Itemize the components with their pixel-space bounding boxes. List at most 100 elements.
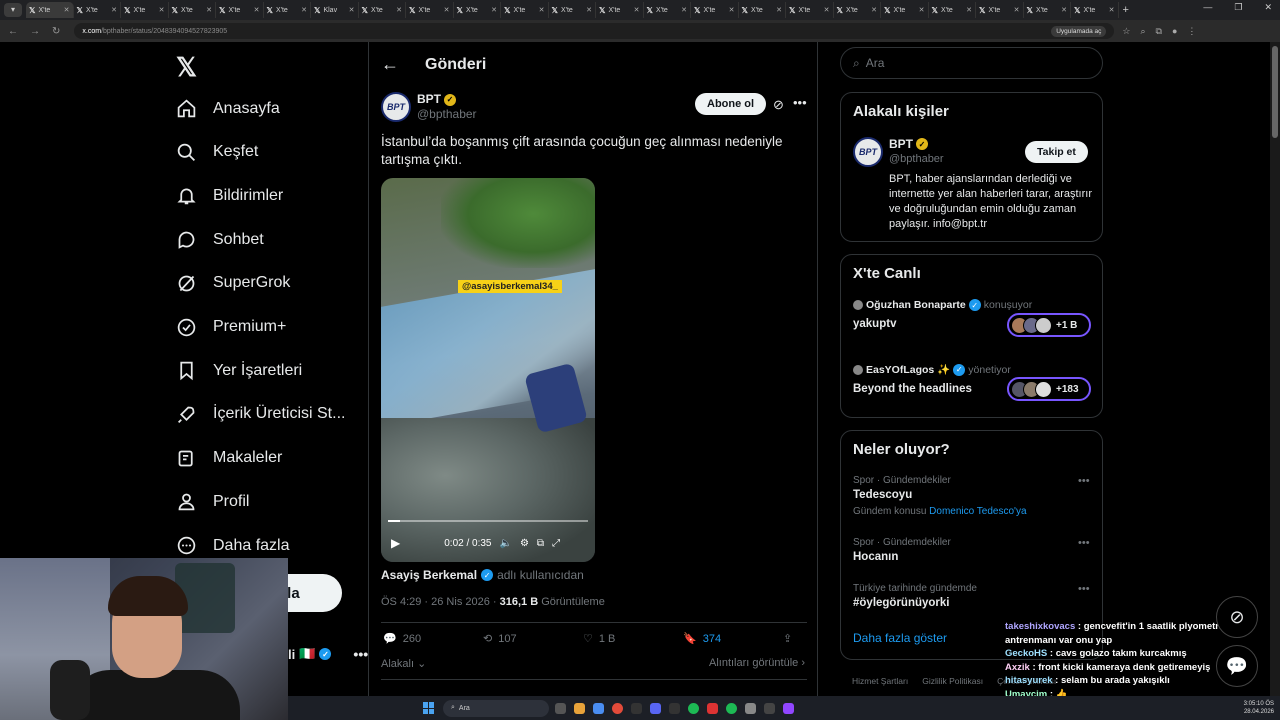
post-author[interactable]: BPT BPT ✓ @bpthaber: [381, 92, 477, 122]
related-name[interactable]: BPT: [889, 137, 913, 151]
grok-fab-icon[interactable]: ⊘: [1216, 596, 1258, 638]
sidebar-item[interactable]: Keşfet: [176, 142, 258, 163]
play-icon[interactable]: ▶: [391, 536, 400, 550]
tab-close-icon[interactable]: ✕: [1014, 6, 1020, 14]
tab-close-icon[interactable]: ✕: [966, 6, 972, 14]
page-scrollbar[interactable]: [1270, 42, 1280, 720]
bookmark-button[interactable]: 🔖 374: [683, 632, 783, 646]
reply-button[interactable]: 💬 260: [383, 632, 483, 646]
minimize-icon[interactable]: —: [1203, 2, 1212, 13]
browser-tab[interactable]: 𝕏 X'te ✕: [596, 2, 644, 18]
tab-close-icon[interactable]: ✕: [159, 6, 165, 14]
repost-button[interactable]: ⟲ 107: [483, 632, 583, 646]
browser-tab[interactable]: 𝕏 X'te ✕: [74, 2, 121, 18]
tab-close-icon[interactable]: ✕: [396, 6, 402, 14]
browser-tab[interactable]: 𝕏 X'te ✕: [834, 2, 881, 18]
live-item[interactable]: EasYOfLagos ✨ ✓ yönetiyor Beyond the headl…: [853, 363, 1093, 401]
video-progress-bar[interactable]: [388, 520, 588, 522]
browser-tab[interactable]: 𝕏 X'te ✕: [1071, 2, 1119, 18]
extensions-icon[interactable]: ⧉: [1156, 26, 1162, 37]
tab-search-button[interactable]: ▾: [4, 3, 22, 17]
sidebar-item[interactable]: Makaleler: [176, 448, 282, 469]
back-arrow-icon[interactable]: ←: [381, 54, 399, 75]
url-field[interactable]: x.com /bpthaber/status/20483940945278239…: [74, 23, 1115, 39]
browser-tab[interactable]: 𝕏 X'te ✕: [406, 2, 454, 18]
footer-link[interactable]: Gizlilik Politikası: [922, 676, 983, 686]
bookmark-star-icon[interactable]: ☆: [1122, 26, 1130, 37]
chrome-icon[interactable]: [612, 702, 623, 714]
tab-close-icon[interactable]: ✕: [491, 6, 497, 14]
tab-close-icon[interactable]: ✕: [64, 6, 70, 14]
view-quotes-link[interactable]: Alıntıları görüntüle ›: [709, 657, 805, 670]
new-tab-button[interactable]: +: [1123, 4, 1129, 16]
zoom-icon[interactable]: ⌕: [1140, 26, 1145, 37]
messages-fab-icon[interactable]: 💬: [1216, 645, 1258, 687]
x-logo-icon[interactable]: 𝕏: [176, 52, 197, 83]
scrollbar-thumb[interactable]: [1272, 46, 1278, 138]
tab-close-icon[interactable]: ✕: [301, 6, 307, 14]
tab-close-icon[interactable]: ✕: [111, 6, 117, 14]
browser-tab[interactable]: 𝕏 Klav ✕: [311, 2, 359, 18]
browser-menu-icon[interactable]: ⋮: [1187, 26, 1196, 37]
app-icon[interactable]: [707, 702, 718, 714]
trend-more-icon[interactable]: •••: [1078, 475, 1090, 487]
tab-close-icon[interactable]: ✕: [871, 6, 877, 14]
like-button[interactable]: ♡ 1 B: [583, 632, 683, 646]
share-button[interactable]: ⇪: [783, 632, 792, 645]
reload-icon[interactable]: ↻: [52, 26, 60, 37]
browser-tab[interactable]: 𝕏 X'te ✕: [501, 2, 549, 18]
video-player[interactable]: @asayisberkemal34_ ▶ 0:02 / 0:35 🔈 ⚙ ⧉ ⤢: [381, 178, 595, 562]
tab-close-icon[interactable]: ✕: [729, 6, 735, 14]
sort-dropdown[interactable]: Alakalı ⌄: [381, 657, 426, 670]
app-icon[interactable]: [669, 702, 680, 714]
post-timestamp[interactable]: ÖS 4:29 · 26 Nis 2026 ·: [381, 596, 500, 608]
browser-tab[interactable]: 𝕏 X'te ✕: [644, 2, 691, 18]
trend-more-icon[interactable]: •••: [1078, 583, 1090, 595]
sidebar-item[interactable]: Anasayfa: [176, 98, 280, 119]
taskbar-search[interactable]: ⌕ Ara: [443, 699, 549, 717]
tab-close-icon[interactable]: ✕: [349, 6, 355, 14]
profile-icon[interactable]: ●: [1172, 26, 1177, 37]
trend-item[interactable]: Spor · Gündemdekiler Tedescoyu Gündem ko…: [853, 475, 1093, 517]
sidebar-item[interactable]: Bildirimler: [176, 185, 283, 206]
sidebar-item[interactable]: Sohbet: [176, 229, 264, 250]
browser-tab[interactable]: 𝕏 X'te ✕: [786, 2, 834, 18]
show-more-link[interactable]: Daha fazla göster: [853, 631, 947, 645]
live-participants[interactable]: +183: [1007, 377, 1091, 401]
post-more-icon[interactable]: •••: [793, 95, 807, 110]
maximize-icon[interactable]: ❐: [1234, 2, 1242, 13]
trend-item[interactable]: Spor · Gündemdekiler Hocanın •••: [853, 537, 1093, 563]
sidebar-item[interactable]: Profil: [176, 491, 249, 512]
tab-close-icon[interactable]: ✕: [1109, 6, 1115, 14]
browser-tab[interactable]: 𝕏 X'te ✕: [216, 2, 264, 18]
browser-tab[interactable]: 𝕏 X'te ✕: [549, 2, 596, 18]
tab-close-icon[interactable]: ✕: [919, 6, 925, 14]
account-more-icon[interactable]: •••: [353, 646, 368, 662]
obs-icon[interactable]: [764, 702, 775, 714]
tab-close-icon[interactable]: ✕: [634, 6, 640, 14]
sidebar-item[interactable]: Yer İşaretleri: [176, 360, 302, 381]
tab-close-icon[interactable]: ✕: [206, 6, 212, 14]
trend-more-icon[interactable]: •••: [1078, 537, 1090, 549]
tab-close-icon[interactable]: ✕: [444, 6, 450, 14]
settings-icon[interactable]: ⚙: [520, 538, 529, 549]
related-avatar[interactable]: BPT: [853, 137, 883, 167]
browser-tab[interactable]: 𝕏 X'te ✕: [739, 2, 786, 18]
grok-icon[interactable]: ⊘: [773, 97, 784, 113]
close-window-icon[interactable]: ✕: [1264, 2, 1272, 13]
app-icon[interactable]: [745, 702, 756, 714]
follow-button[interactable]: Takip et: [1025, 141, 1088, 163]
sidebar-item[interactable]: Premium+: [176, 317, 286, 338]
search-input[interactable]: ⌕ Ara: [840, 47, 1103, 79]
sidebar-item[interactable]: SuperGrok: [176, 273, 290, 294]
fullscreen-icon[interactable]: ⤢: [552, 538, 560, 549]
live-participants[interactable]: +1 B: [1007, 313, 1091, 337]
sidebar-item[interactable]: İçerik Üreticisi St...: [176, 404, 345, 425]
trend-sub-link[interactable]: Domenico Tedesco'ya: [929, 506, 1026, 517]
task-view-icon[interactable]: [555, 702, 566, 714]
explorer-icon[interactable]: [574, 702, 585, 714]
terminal-icon[interactable]: [631, 702, 642, 714]
author-handle[interactable]: @bpthaber: [417, 107, 477, 122]
browser-tab[interactable]: 𝕏 X'te ✕: [976, 2, 1024, 18]
tab-close-icon[interactable]: ✕: [1061, 6, 1067, 14]
